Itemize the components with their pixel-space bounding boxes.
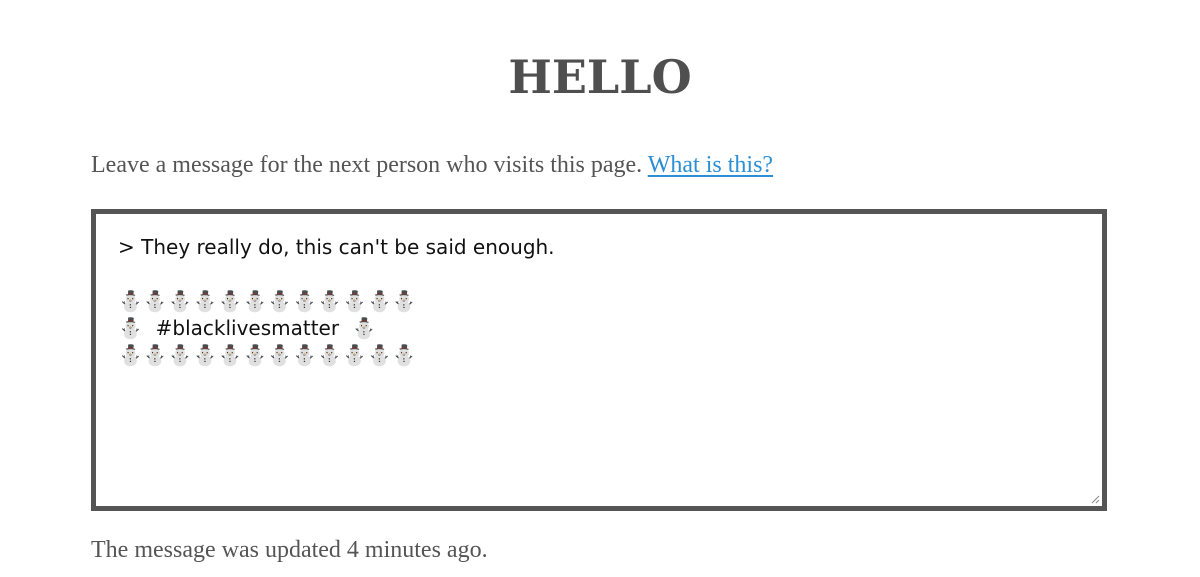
page-title: HELLO bbox=[508, 50, 692, 104]
message-box bbox=[91, 209, 1107, 511]
updated-status: The message was updated 4 minutes ago. bbox=[91, 537, 488, 563]
resize-handle-icon[interactable] bbox=[1090, 494, 1100, 504]
message-textarea[interactable] bbox=[96, 214, 1102, 506]
intro-text: Leave a message for the next person who … bbox=[91, 148, 773, 182]
intro-label: Leave a message for the next person who … bbox=[91, 152, 648, 178]
what-is-this-link[interactable]: What is this? bbox=[648, 152, 773, 178]
